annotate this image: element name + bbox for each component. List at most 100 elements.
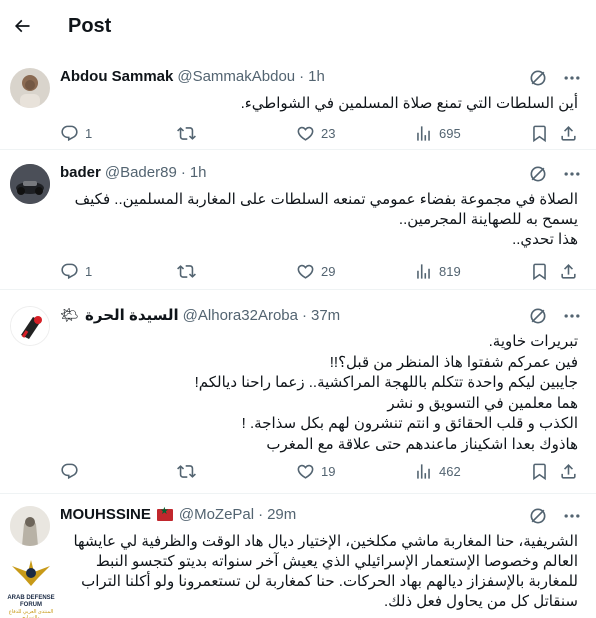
post-header: Post [0,0,596,52]
heart-icon [297,464,314,479]
tweet-actions: 1 29 819 [60,260,578,282]
reply-icon [61,263,78,279]
tweet-top-icons [528,164,582,184]
like-button[interactable]: 23 [296,124,335,143]
reply-count: 1 [85,125,93,141]
analytics-icon [417,125,430,141]
tweet-line: تبريرات خاوية. [488,333,578,350]
reply-icon [61,463,78,479]
author-handle[interactable]: @Alhora32Aroba [183,307,298,324]
grok-icon[interactable] [528,164,548,184]
avatar[interactable] [10,164,50,204]
author-name[interactable]: bader [60,164,101,181]
like-button[interactable]: 29 [296,262,335,281]
tweet-line: يسمح به للصهاينة المجرمين.. [398,211,578,228]
tweet-actions: 1 23 695 [60,122,578,144]
grok-icon[interactable] [528,306,548,326]
reply-count: 1 [85,263,93,279]
timestamp[interactable]: 37m [311,307,340,324]
reply-button[interactable] [60,462,85,481]
tweet-line: الكذب و قلب الحقائق و انتم تنشرون لهم بك… [241,415,578,432]
eagle-emblem-icon [12,560,50,586]
share-icon [561,263,576,279]
views-button[interactable]: 695 [414,124,461,143]
tweet-top-icons [528,306,582,326]
more-icon[interactable] [562,506,582,526]
bookmark-button[interactable] [530,262,549,281]
more-icon[interactable] [562,68,582,88]
avatar[interactable] [10,506,50,546]
tweet-line: سنقاتل كل من يحاول فعل ذلك. [384,593,578,610]
tweet-top-icons [528,68,582,88]
separator-dot: · [301,306,307,324]
tweet-meta: 🌤 السيدة الحرة @Alhora32Aroba · 37m [60,306,340,325]
author-handle[interactable]: @MoZePal [179,506,254,523]
back-button[interactable] [12,16,32,36]
reply-tweet-1[interactable]: Abdou Sammak @SammakAbdou · 1h أين السلط… [0,56,596,150]
tweet-line: هما معلمين في التسويق و نشر [387,394,578,412]
views-button[interactable]: 819 [414,262,461,281]
moroccan-flag-icon [156,506,173,521]
weather-emoji: 🌤 [60,307,80,324]
bookmark-icon [533,263,546,280]
more-icon[interactable] [562,306,582,326]
tweet-line: الشريفية، حنا المغاربة ماشي مكلخين، الإخ… [73,533,578,550]
share-button[interactable] [559,262,578,281]
author-name[interactable]: MOUHSSINE [60,506,151,523]
heart-icon [297,264,314,279]
grok-icon[interactable] [528,68,548,88]
like-count: 19 [321,463,336,479]
reply-button[interactable]: 1 [60,124,92,143]
heart-icon [297,126,314,141]
like-button[interactable]: 19 [296,462,335,481]
author-handle[interactable]: @Bader89 [105,164,177,181]
retweet-button[interactable] [177,462,202,481]
views-count: 695 [439,125,461,141]
timestamp[interactable]: 29m [267,506,296,523]
page-title: Post [68,14,112,37]
reply-button[interactable]: 1 [60,262,92,281]
avatar[interactable] [10,306,50,346]
tweet-text: الصلاة في مجموعة بفضاء عمومي تمنعه السلط… [60,190,578,250]
bookmark-icon [533,463,546,480]
share-button[interactable] [559,124,578,143]
like-count: 29 [321,263,336,279]
watermark-title: ARAB DEFENSE FORUM [7,595,55,608]
like-count: 23 [321,125,336,141]
views-count: 462 [439,463,461,479]
separator-dot: · [258,506,264,523]
share-icon [561,125,576,141]
bookmark-button[interactable] [530,124,549,143]
author-handle[interactable]: @SammakAbdou [177,68,295,85]
views-button[interactable]: 462 [414,462,461,481]
bookmark-icon [533,125,546,142]
tweet-line: جايبين ليكم واحدة تتكلم باللهجة المراكشي… [194,374,578,391]
tweet-text: أين السلطات التي تمنع صلاة المسلمين في ا… [60,94,578,114]
separator-dot: · [180,164,186,181]
analytics-icon [417,263,430,279]
retweet-button[interactable] [177,124,202,143]
grok-icon[interactable] [528,506,548,526]
author-name[interactable]: السيدة الحرة [85,306,179,324]
author-name[interactable]: Abdou Sammak [60,68,173,85]
tweet-line: هاذوك بعدا اشكيناز ماعندهم حتى علاقة مع … [266,435,578,453]
tweet-text: الشريفية، حنا المغاربة ماشي مكلخين، الإخ… [60,532,578,612]
reply-tweet-4[interactable]: MOUHSSINE @MoZePal · 29m الشريفية، حنا ا… [0,494,596,618]
reply-tweet-3[interactable]: 🌤 السيدة الحرة @Alhora32Aroba · 37m تبري… [0,290,596,494]
timestamp[interactable]: 1h [308,68,325,85]
separator-dot: · [299,68,305,85]
retweet-icon [177,464,196,478]
tweet-meta: Abdou Sammak @SammakAbdou · 1h [60,68,325,85]
more-icon[interactable] [562,164,582,184]
avatar[interactable] [10,68,50,108]
share-button[interactable] [559,462,578,481]
timestamp[interactable]: 1h [190,164,207,181]
tweet-line: العالم وخصوصا الإستعمار الإسرائيلي الذي … [95,553,578,570]
reply-tweet-2[interactable]: bader @Bader89 · 1h الصلاة في مجموعة بفض… [0,150,596,290]
retweet-button[interactable] [177,262,202,281]
tweet-line: فين عمركم شفتوا هاذ المنظر من قبل؟!! [329,353,578,371]
bookmark-button[interactable] [530,462,549,481]
tweet-line: الصلاة في مجموعة بفضاء عمومي تمنعه السلط… [74,191,578,208]
tweet-actions: 19 462 [60,460,578,482]
tweet-line: هذا تحدي.. [512,231,578,248]
